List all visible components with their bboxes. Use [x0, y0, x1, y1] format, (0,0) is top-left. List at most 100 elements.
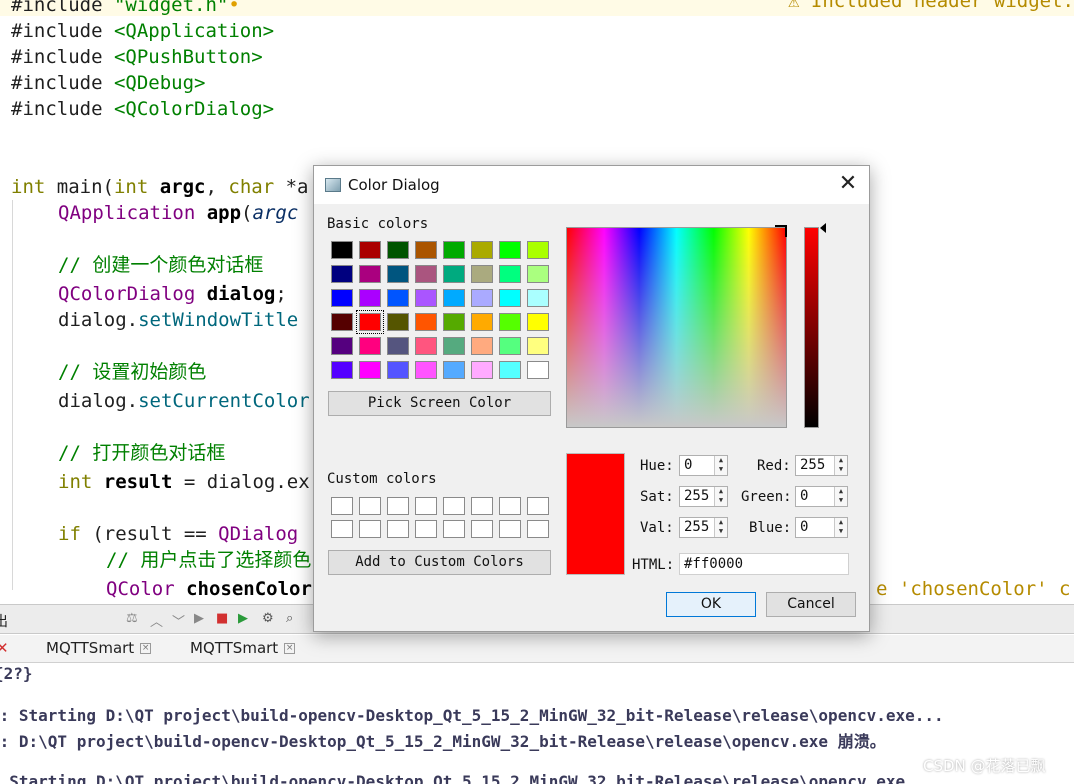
basic-color-swatch[interactable] [331, 289, 353, 307]
ok-button[interactable]: OK [666, 592, 756, 617]
custom-color-swatch[interactable] [443, 497, 465, 515]
down-arrow-icon[interactable]: ﹀ [172, 611, 185, 630]
custom-color-swatch[interactable] [415, 497, 437, 515]
basic-color-swatch[interactable] [415, 337, 437, 355]
custom-color-swatch[interactable] [499, 520, 521, 538]
basic-color-swatch[interactable] [415, 241, 437, 259]
add-to-custom-colors-button[interactable]: Add to Custom Colors [328, 550, 551, 575]
debug-run-icon[interactable]: ▶ [238, 611, 248, 626]
green-spinbox[interactable]: 0 ▲ ▼ [795, 486, 848, 507]
spin-arrows-icon[interactable]: ▲ ▼ [834, 456, 847, 475]
basic-color-swatch[interactable] [387, 289, 409, 307]
spin-arrows-icon[interactable]: ▲ ▼ [834, 487, 847, 506]
pick-screen-color-button[interactable]: Pick Screen Color [328, 391, 551, 416]
basic-color-swatch[interactable] [415, 313, 437, 331]
basic-color-swatch[interactable] [331, 265, 353, 283]
basic-color-swatch[interactable] [471, 361, 493, 379]
basic-color-swatch[interactable] [527, 241, 549, 259]
basic-color-swatch[interactable] [387, 265, 409, 283]
basic-color-swatch[interactable] [331, 337, 353, 355]
basic-color-swatch[interactable] [527, 265, 549, 283]
basic-color-swatch[interactable] [359, 337, 381, 355]
custom-color-swatch[interactable] [471, 520, 493, 538]
spin-arrows-icon[interactable]: ▲ ▼ [714, 518, 727, 537]
basic-color-swatch[interactable] [471, 313, 493, 331]
basic-color-swatch[interactable] [471, 337, 493, 355]
basic-color-swatch[interactable] [527, 361, 549, 379]
basic-color-swatch[interactable] [527, 313, 549, 331]
custom-color-swatch[interactable] [387, 497, 409, 515]
basic-color-swatch[interactable] [415, 289, 437, 307]
search-icon[interactable]: ⌕ [286, 611, 293, 626]
output-tab[interactable]: MQTTSmart × [190, 639, 296, 657]
basic-color-swatch[interactable] [443, 265, 465, 283]
basic-color-swatch[interactable] [387, 361, 409, 379]
basic-color-swatch[interactable] [443, 313, 465, 331]
basic-color-swatch[interactable] [443, 289, 465, 307]
basic-color-swatch[interactable] [387, 241, 409, 259]
basic-color-swatch[interactable] [331, 241, 353, 259]
red-spinbox[interactable]: 255 ▲ ▼ [795, 455, 848, 476]
filter-icon[interactable]: ⚖ [126, 611, 138, 626]
basic-color-swatch[interactable] [359, 361, 381, 379]
spectrum-crosshair[interactable] [775, 225, 787, 237]
basic-color-swatch[interactable] [387, 337, 409, 355]
custom-color-swatch[interactable] [443, 520, 465, 538]
dialog-titlebar[interactable]: Color Dialog ✕ [314, 166, 869, 204]
spin-arrows-icon[interactable]: ▲ ▼ [834, 518, 847, 537]
custom-color-swatch[interactable] [331, 497, 353, 515]
custom-color-swatch[interactable] [527, 520, 549, 538]
basic-color-swatch[interactable] [499, 265, 521, 283]
basic-color-swatch[interactable] [359, 265, 381, 283]
spin-arrows-icon[interactable]: ▲ ▼ [714, 487, 727, 506]
close-icon[interactable]: × [140, 643, 152, 654]
basic-color-swatch[interactable] [443, 361, 465, 379]
custom-color-swatch[interactable] [499, 497, 521, 515]
basic-color-swatch[interactable] [499, 289, 521, 307]
close-icon[interactable]: × [284, 643, 296, 654]
basic-color-swatch[interactable] [359, 241, 381, 259]
basic-color-swatch[interactable] [499, 361, 521, 379]
basic-color-swatch[interactable] [471, 265, 493, 283]
basic-color-swatch[interactable] [331, 361, 353, 379]
basic-color-swatch[interactable] [527, 289, 549, 307]
gear-icon[interactable]: ⚙ [262, 611, 274, 626]
hue-spinbox[interactable]: 0 ▲ ▼ [679, 455, 728, 476]
basic-color-swatch[interactable] [356, 310, 384, 334]
spin-arrows-icon[interactable]: ▲ ▼ [714, 456, 727, 475]
basic-color-swatch[interactable] [499, 241, 521, 259]
basic-color-swatch[interactable] [471, 289, 493, 307]
custom-color-swatch[interactable] [527, 497, 549, 515]
luminance-slider[interactable] [804, 227, 819, 428]
up-arrow-icon[interactable]: ︿ [150, 611, 163, 630]
basic-color-swatch[interactable] [359, 289, 381, 307]
custom-color-swatch[interactable] [415, 520, 437, 538]
luminance-arrow-icon[interactable] [820, 223, 826, 233]
basic-color-swatch[interactable] [443, 337, 465, 355]
close-button[interactable]: ✕ [834, 172, 862, 198]
basic-color-swatch[interactable] [471, 241, 493, 259]
blue-spinbox[interactable]: 0 ▲ ▼ [795, 517, 848, 538]
cancel-button[interactable]: Cancel [766, 592, 856, 617]
custom-color-swatch[interactable] [331, 520, 353, 538]
stop-icon[interactable]: ■ [216, 611, 228, 626]
basic-color-swatch[interactable] [499, 313, 521, 331]
custom-color-swatch[interactable] [387, 520, 409, 538]
basic-color-swatch[interactable] [415, 265, 437, 283]
output-tab[interactable]: MQTTSmart × [46, 639, 152, 657]
custom-color-swatch[interactable] [359, 497, 381, 515]
basic-color-swatch[interactable] [499, 337, 521, 355]
val-spinbox[interactable]: 255 ▲ ▼ [679, 517, 728, 538]
custom-color-swatch[interactable] [359, 520, 381, 538]
basic-color-swatch[interactable] [443, 241, 465, 259]
close-all-icon[interactable]: ✕ [0, 639, 9, 657]
run-icon[interactable]: ▶ [194, 611, 204, 626]
basic-color-swatch[interactable] [387, 313, 409, 331]
basic-color-swatch[interactable] [415, 361, 437, 379]
sat-spinbox[interactable]: 255 ▲ ▼ [679, 486, 728, 507]
color-spectrum[interactable] [566, 227, 787, 428]
basic-color-swatch[interactable] [331, 313, 353, 331]
custom-color-swatch[interactable] [471, 497, 493, 515]
basic-color-swatch[interactable] [527, 337, 549, 355]
html-input[interactable]: #ff0000 [679, 553, 849, 575]
